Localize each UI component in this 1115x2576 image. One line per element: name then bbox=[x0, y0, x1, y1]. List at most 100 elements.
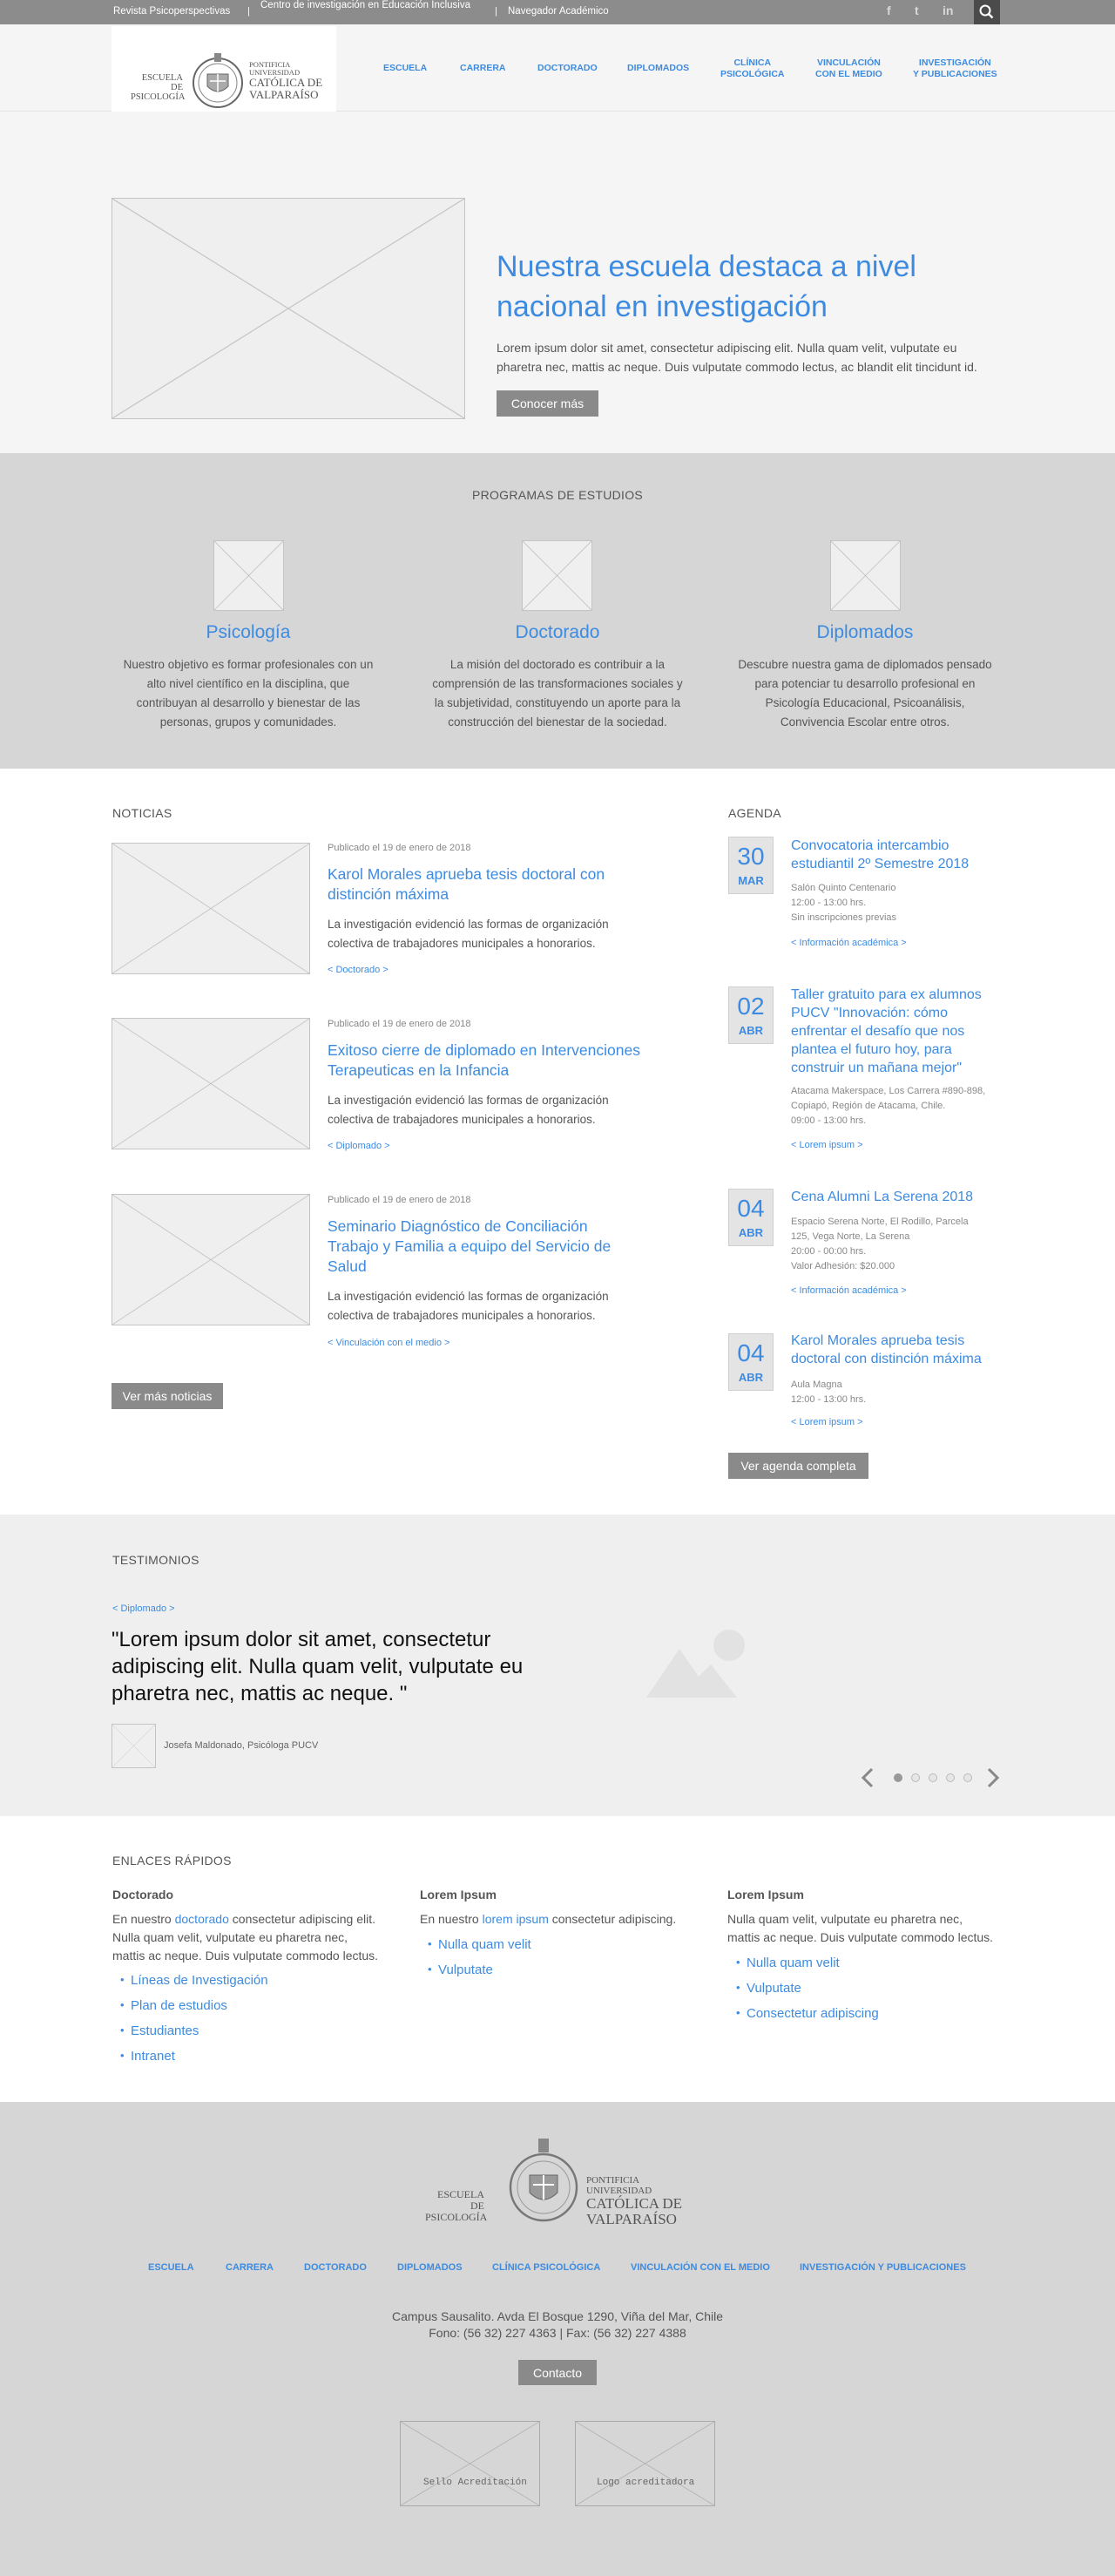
event-title[interactable]: Cena Alumni La Serena 2018 bbox=[791, 1188, 991, 1206]
top-bar: Revista Psicoperspectivas | Centro de in… bbox=[0, 0, 1115, 24]
event-title[interactable]: Convocatoria intercambio estudiantil 2º … bbox=[791, 837, 991, 873]
hero-section: Nuestra escuela destaca a nivel nacional… bbox=[0, 112, 1115, 453]
program-description: Nuestro objetivo es formar profesionales… bbox=[123, 658, 374, 729]
carousel-next-icon[interactable] bbox=[986, 1767, 1000, 1788]
news-category-tag[interactable]: < Vinculación con el medio > bbox=[328, 1338, 449, 1348]
news-image-placeholder bbox=[112, 1194, 310, 1325]
quicklink-item[interactable]: Nulla quam velit bbox=[736, 1956, 840, 1970]
event-date-badge: 30 MAR bbox=[728, 837, 774, 894]
author-avatar bbox=[112, 1724, 156, 1768]
program-title[interactable]: Diplomados bbox=[734, 622, 996, 643]
logo-univ-line3: CATÓLICA DE bbox=[586, 2195, 683, 2212]
hero-image-placeholder bbox=[112, 198, 465, 419]
testimonial-quote: "Lorem ipsum dolor sit amet, consectetur… bbox=[112, 1628, 524, 1705]
quicklink-item[interactable]: Estudiantes bbox=[120, 2024, 199, 2038]
nav-clinica-psicologica[interactable]: CLÍNICA PSICOLÓGICA bbox=[720, 58, 785, 80]
quicklink-item[interactable]: Intranet bbox=[120, 2049, 175, 2064]
hero-text: Lorem ipsum dolor sit amet, consectetur … bbox=[497, 341, 977, 374]
testimonial-category-tag[interactable]: < Diplomado > bbox=[112, 1603, 175, 1614]
event-info: Aula Magna 12:00 - 13:00 hrs. bbox=[791, 1380, 867, 1405]
footer-nav-clinica[interactable]: CLÍNICA PSICOLÓGICA bbox=[492, 2262, 600, 2273]
event-category-tag[interactable]: < Información académica > bbox=[791, 938, 907, 948]
nav-investigacion[interactable]: INVESTIGACIÓN Y PUBLICACIONES bbox=[913, 58, 997, 80]
carousel-dot[interactable] bbox=[929, 1773, 937, 1782]
quicklink-item[interactable]: Vulputate bbox=[736, 1981, 801, 1996]
footer-nav-escuela[interactable]: ESCUELA bbox=[148, 2262, 194, 2273]
footer-address: Campus Sausalito. Avda El Bosque 1290, V… bbox=[0, 2308, 1115, 2342]
phone-line: Fono: (56 32) 227 4363 | Fax: (56 32) 22… bbox=[429, 2326, 686, 2340]
footer-logo[interactable]: ESCUELA DE PSICOLOGÍA PONTIFICIA UNIVERS… bbox=[418, 2137, 697, 2233]
footer-nav-carrera[interactable]: CARRERA bbox=[226, 2262, 274, 2273]
quicklink-item[interactable]: Plan de estudios bbox=[120, 1998, 227, 2013]
facebook-icon[interactable]: f bbox=[887, 3, 891, 17]
lorem-ipsum-inline-link[interactable]: lorem ipsum bbox=[483, 1912, 549, 1926]
news-headline[interactable]: Exitoso cierre de diplomado en Intervenc… bbox=[328, 1041, 641, 1081]
nav-diplomados[interactable]: DIPLOMADOS bbox=[627, 63, 689, 74]
program-title[interactable]: Psicología bbox=[118, 622, 379, 643]
news-date: Publicado el 19 de enero de 2018 bbox=[328, 843, 471, 853]
footer-nav-diplomados[interactable]: DIPLOMADOS bbox=[397, 2262, 463, 2273]
topbar-link-centro[interactable]: Centro de investigación en Educación Inc… bbox=[260, 0, 470, 10]
site-logo[interactable]: ESCUELA DE PSICOLOGÍA PONTIFICIA UNIVERS… bbox=[112, 26, 336, 125]
search-button[interactable] bbox=[974, 0, 1000, 24]
news-image-placeholder bbox=[112, 1018, 310, 1149]
full-agenda-button[interactable]: Ver agenda completa bbox=[728, 1453, 868, 1479]
topbar-link-navegador[interactable]: Navegador Académico bbox=[508, 6, 609, 17]
carousel-dot[interactable] bbox=[946, 1773, 955, 1782]
university-crest-icon bbox=[509, 2139, 578, 2222]
carousel-dot[interactable] bbox=[894, 1773, 902, 1782]
event-info: Atacama Makerspace, Los Carrera #890-898… bbox=[791, 1086, 986, 1126]
event-title[interactable]: Taller gratuito para ex alumnos PUCV "In… bbox=[791, 986, 991, 1077]
event-day: 02 bbox=[737, 993, 765, 1020]
hero-cta-button[interactable]: Conocer más bbox=[497, 390, 598, 417]
more-news-button[interactable]: Ver más noticias bbox=[112, 1383, 223, 1409]
logo-school-line1: ESCUELA DE bbox=[437, 2188, 484, 2212]
topbar-link-revista[interactable]: Revista Psicoperspectivas bbox=[113, 6, 230, 17]
quicklink-item[interactable]: Nulla quam velit bbox=[428, 1937, 531, 1952]
quicklink-item[interactable]: Vulputate bbox=[428, 1963, 493, 1977]
footer-nav-investigacion[interactable]: INVESTIGACIÓN Y PUBLICACIONES bbox=[800, 2262, 966, 2273]
doctorado-inline-link[interactable]: doctorado bbox=[175, 1912, 229, 1926]
seal-label: Logo acreditadora bbox=[597, 2478, 695, 2488]
event-date-badge: 02 ABR bbox=[728, 986, 774, 1044]
twitter-icon[interactable]: t bbox=[915, 3, 919, 17]
program-title[interactable]: Doctorado bbox=[427, 622, 688, 643]
footer-nav-vinculacion[interactable]: VINCULACIÓN CON EL MEDIO bbox=[631, 2262, 770, 2273]
news-date: Publicado el 19 de enero de 2018 bbox=[328, 1195, 471, 1205]
news-date: Publicado el 19 de enero de 2018 bbox=[328, 1019, 471, 1029]
quicklink-item[interactable]: Consectetur adipiscing bbox=[736, 2006, 879, 2021]
news-summary: La investigación evidenció las formas de… bbox=[328, 918, 609, 950]
nav-carrera[interactable]: CARRERA bbox=[460, 63, 506, 74]
nav-vinculacion[interactable]: VINCULACIÓN CON EL MEDIO bbox=[815, 58, 882, 80]
nav-escuela[interactable]: ESCUELA bbox=[383, 63, 427, 74]
event-title[interactable]: Karol Morales aprueba tesis doctoral con… bbox=[791, 1332, 991, 1368]
carousel-prev-icon[interactable] bbox=[861, 1767, 875, 1788]
news-category-tag[interactable]: < Doctorado > bbox=[328, 965, 389, 975]
university-crest-icon bbox=[193, 53, 243, 108]
contact-button[interactable]: Contacto bbox=[518, 2360, 597, 2385]
seal-label: Sello Acreditación bbox=[423, 2478, 527, 2488]
programs-title: PROGRAMAS DE ESTUDIOS bbox=[471, 488, 644, 502]
carousel-dot[interactable] bbox=[963, 1773, 972, 1782]
carousel-dot[interactable] bbox=[911, 1773, 920, 1782]
program-image-placeholder bbox=[830, 540, 901, 611]
testimonials-section: TESTIMONIOS < Diplomado > "Lorem ipsum d… bbox=[0, 1515, 1115, 1816]
event-category-tag[interactable]: < Lorem ipsum > bbox=[791, 1417, 863, 1427]
event-month: ABR bbox=[738, 1371, 764, 1384]
news-category-tag[interactable]: < Diplomado > bbox=[328, 1141, 390, 1151]
nav-doctorado[interactable]: DOCTORADO bbox=[537, 63, 598, 74]
news-headline[interactable]: Karol Morales aprueba tesis doctoral con… bbox=[328, 864, 641, 905]
quicklinks-col-heading: Lorem Ipsum bbox=[420, 1888, 497, 1901]
event-day: 04 bbox=[737, 1339, 765, 1366]
event-category-tag[interactable]: < Lorem ipsum > bbox=[791, 1140, 863, 1150]
quicklink-item[interactable]: Líneas de Investigación bbox=[120, 1973, 268, 1988]
event-category-tag[interactable]: < Información académica > bbox=[791, 1285, 907, 1296]
testimonials-title: TESTIMONIOS bbox=[112, 1553, 199, 1567]
event-day: 04 bbox=[737, 1195, 765, 1222]
linkedin-icon[interactable]: in bbox=[943, 3, 953, 17]
logo-univ-line4: VALPARAÍSO bbox=[249, 88, 319, 101]
search-icon bbox=[979, 4, 994, 19]
news-summary: La investigación evidenció las formas de… bbox=[328, 1094, 609, 1126]
news-headline[interactable]: Seminario Diagnóstico de Conciliación Tr… bbox=[328, 1217, 641, 1277]
footer-nav-doctorado[interactable]: DOCTORADO bbox=[304, 2262, 367, 2273]
